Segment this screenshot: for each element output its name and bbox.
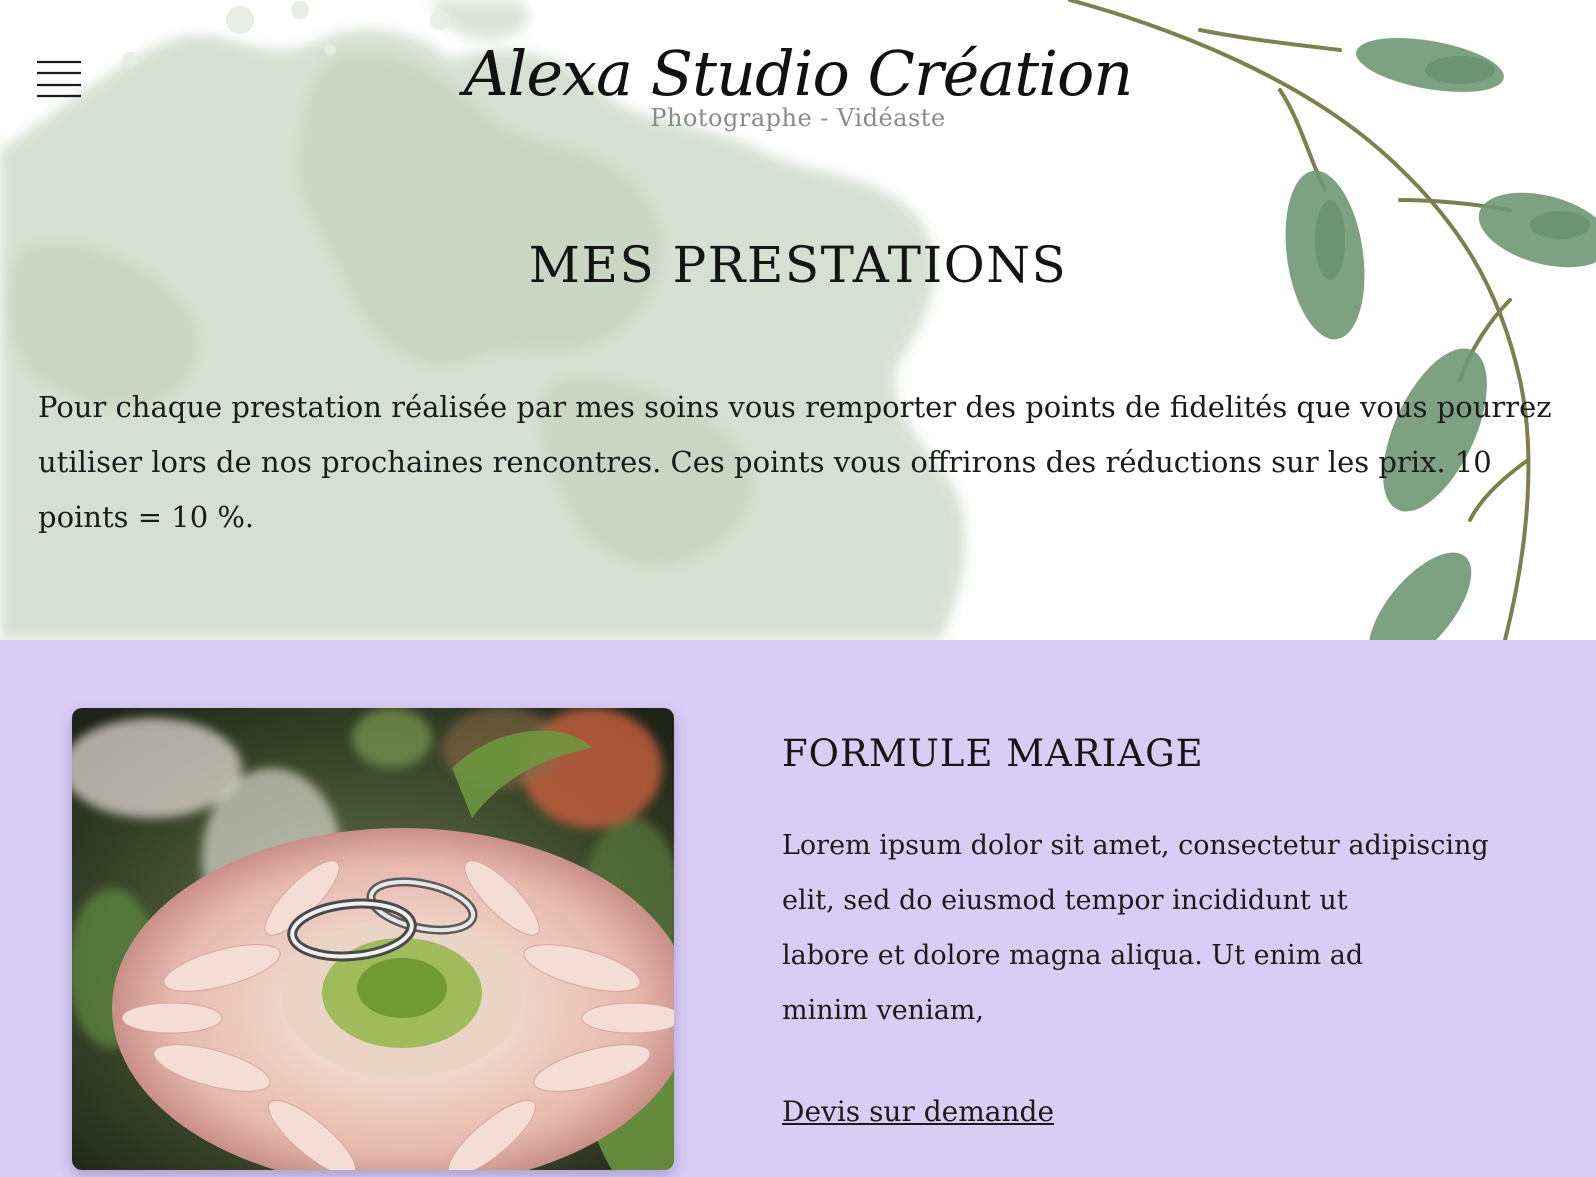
hamburger-menu-icon — [37, 60, 81, 98]
offer-description: Lorem ipsum dolor sit amet, consectetur … — [782, 818, 1542, 1038]
offer-section-wedding: FORMULE MARIAGE Lorem ipsum dolor sit am… — [0, 640, 1596, 1177]
hamburger-menu-button[interactable] — [36, 58, 82, 100]
offer-title: FORMULE MARIAGE — [782, 732, 1204, 775]
quote-request-link[interactable]: Devis sur demande — [782, 1095, 1054, 1128]
site-title[interactable]: Alexa Studio Création — [398, 39, 1198, 108]
offer-description-line: elit, sed do eiusmod tempor incididunt u… — [782, 885, 1348, 916]
site-brand[interactable]: Alexa Studio Création Photographe - Vidé… — [398, 39, 1198, 132]
offer-description-line: Lorem ipsum dolor sit amet, consectetur … — [782, 830, 1489, 861]
offer-description-line: minim veniam, — [782, 995, 984, 1026]
offer-description-line: labore et dolore magna aliqua. Ut enim a… — [782, 940, 1364, 971]
hero-section: Alexa Studio Création Photographe - Vidé… — [0, 0, 1596, 640]
page-title: MES PRESTATIONS — [528, 236, 1068, 294]
intro-text: Pour chaque prestation réalisée par mes … — [38, 390, 1552, 534]
wedding-rings-flower-photo — [72, 708, 674, 1170]
